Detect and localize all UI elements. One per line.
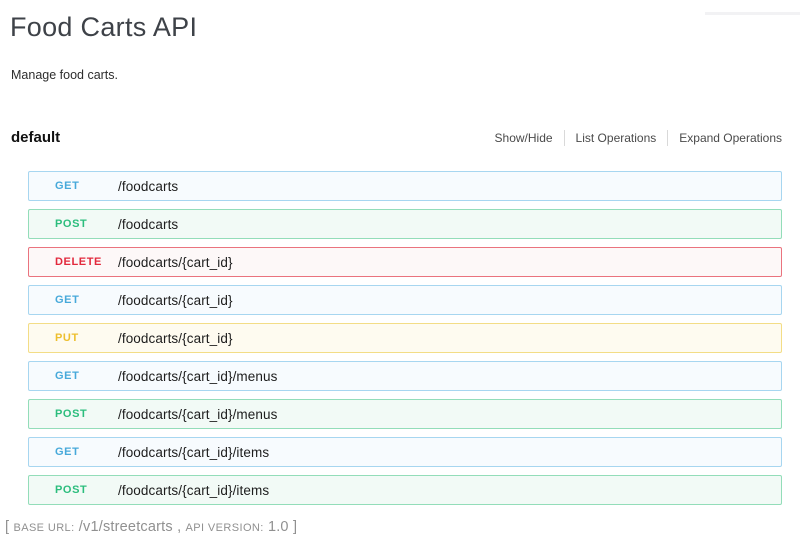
endpoint-path[interactable]: /foodcarts (118, 179, 178, 194)
endpoint-path[interactable]: /foodcarts/{cart_id} (118, 293, 233, 308)
endpoint-path[interactable]: /foodcarts/{cart_id} (118, 331, 233, 346)
base-url-footer: [ BASE URL: /v1/streetcarts , API VERSIO… (5, 519, 800, 535)
base-url-value: /v1/streetcarts (79, 519, 173, 535)
page-subtitle: Manage food carts. (11, 68, 800, 82)
api-version-label: API VERSION: (186, 522, 264, 534)
endpoint-row[interactable]: PUT/foodcarts/{cart_id} (28, 323, 782, 353)
endpoint-row[interactable]: POST/foodcarts/{cart_id}/menus (28, 399, 782, 429)
section-actions: Show/HideList OperationsExpand Operation… (484, 130, 782, 146)
endpoint-row[interactable]: DELETE/foodcarts/{cart_id} (28, 247, 782, 277)
footer-open-bracket: [ (5, 519, 9, 535)
endpoint-path[interactable]: /foodcarts/{cart_id}/menus (118, 369, 277, 384)
footer-comma: , (177, 519, 181, 535)
endpoint-path[interactable]: /foodcarts (118, 217, 178, 232)
endpoint-path[interactable]: /foodcarts/{cart_id}/menus (118, 407, 277, 422)
http-method-label: POST (55, 218, 118, 230)
http-method-label: PUT (55, 332, 118, 344)
section-action-expand-operations[interactable]: Expand Operations (667, 130, 782, 146)
section-name[interactable]: default (11, 129, 60, 146)
page-title: Food Carts API (10, 12, 800, 43)
api-docs-page: Food Carts API Manage food carts. defaul… (0, 12, 800, 560)
footer-close-bracket: ] (293, 519, 297, 535)
page-header: Food Carts API Manage food carts. (0, 12, 800, 82)
section-action-show-hide[interactable]: Show/Hide (484, 130, 564, 146)
http-method-label: GET (55, 446, 118, 458)
endpoint-list: GET/foodcartsPOST/foodcartsDELETE/foodca… (28, 171, 782, 505)
base-url-label: BASE URL: (13, 522, 74, 534)
section-action-list-operations[interactable]: List Operations (564, 130, 668, 146)
endpoint-path[interactable]: /foodcarts/{cart_id} (118, 255, 233, 270)
endpoint-row[interactable]: POST/foodcarts/{cart_id}/items (28, 475, 782, 505)
http-method-label: GET (55, 370, 118, 382)
http-method-label: POST (55, 408, 118, 420)
endpoint-path[interactable]: /foodcarts/{cart_id}/items (118, 483, 269, 498)
http-method-label: GET (55, 180, 118, 192)
endpoint-row[interactable]: GET/foodcarts/{cart_id}/menus (28, 361, 782, 391)
endpoint-row[interactable]: GET/foodcarts/{cart_id}/items (28, 437, 782, 467)
endpoint-row[interactable]: GET/foodcarts/{cart_id} (28, 285, 782, 315)
endpoint-path[interactable]: /foodcarts/{cart_id}/items (118, 445, 269, 460)
endpoint-row[interactable]: POST/foodcarts (28, 209, 782, 239)
section-header: default Show/HideList OperationsExpand O… (11, 129, 782, 146)
http-method-label: POST (55, 484, 118, 496)
api-version-value: 1.0 (268, 519, 289, 535)
http-method-label: GET (55, 294, 118, 306)
endpoint-row[interactable]: GET/foodcarts (28, 171, 782, 201)
http-method-label: DELETE (55, 256, 118, 268)
top-right-strip (705, 12, 800, 15)
